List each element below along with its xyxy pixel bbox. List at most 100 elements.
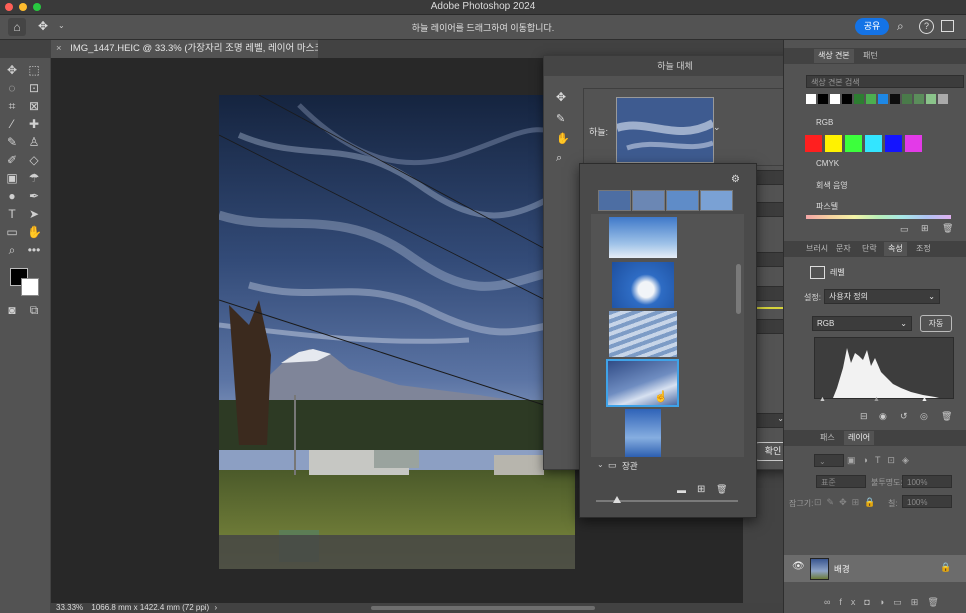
tab-layers[interactable]: 레이어 xyxy=(844,431,875,445)
swatch-group-pastel[interactable]: 파스텔 xyxy=(816,201,838,212)
new-swatch-icon[interactable]: ⊞ xyxy=(921,223,929,234)
type-tool-icon[interactable]: T xyxy=(5,207,19,221)
swatch-green[interactable] xyxy=(845,135,862,152)
smudge-tool-icon[interactable]: ☂ xyxy=(27,171,41,185)
tab-paths[interactable]: 패스 xyxy=(816,431,839,445)
black-point-handle[interactable]: ▲ xyxy=(819,396,826,403)
layer-filter-select[interactable]: ⌄ xyxy=(814,454,844,467)
eraser-tool-icon[interactable]: ◇ xyxy=(27,153,41,167)
view-previous-icon[interactable]: ◉ xyxy=(879,411,887,422)
eye-icon[interactable]: 👁 xyxy=(792,561,805,572)
sky-recent-thumb[interactable] xyxy=(598,190,631,211)
tab-swatches[interactable]: 색상 견본 xyxy=(814,49,854,63)
hand-tool-icon[interactable]: ✋ xyxy=(556,132,570,145)
trash-icon[interactable]: 🗑 xyxy=(942,223,953,234)
zoom-level[interactable]: 33.33% xyxy=(56,603,83,612)
sky-preset-thumb-selected[interactable] xyxy=(606,359,679,407)
fill-input[interactable]: 100% xyxy=(902,495,952,508)
status-chevron-icon[interactable]: › xyxy=(214,603,217,612)
gamma-handle[interactable]: ▲ xyxy=(873,396,880,403)
channel-select[interactable]: RGB ⌄ xyxy=(812,316,912,331)
swatch-magenta[interactable] xyxy=(905,135,922,152)
zoom-tool-icon[interactable]: ⌕ xyxy=(5,243,19,257)
background-color-swatch[interactable] xyxy=(21,278,39,296)
swatch[interactable] xyxy=(938,94,948,104)
reset-icon[interactable]: ↺ xyxy=(900,411,908,422)
clip-to-layer-icon[interactable]: ⊟ xyxy=(860,411,868,422)
sky-brush-tool-icon[interactable]: ✎ xyxy=(556,112,565,125)
document-image[interactable] xyxy=(219,95,575,569)
pastel-swatch-strip[interactable] xyxy=(806,215,951,219)
folder-chevron-icon[interactable]: ⌄ xyxy=(597,460,604,469)
lasso-tool-icon[interactable]: ◌ xyxy=(5,81,19,95)
blend-mode-select[interactable]: 표준 xyxy=(816,475,866,488)
eye-icon[interactable]: ◎ xyxy=(920,411,928,422)
zoom-tool-icon[interactable]: ⌕ xyxy=(556,152,562,165)
layer-footer-icons[interactable]: ∞fx◘◑▭⊞🗑 xyxy=(824,597,948,608)
eyedropper-tool-icon[interactable]: ⁄ xyxy=(5,117,19,131)
brush-tool-icon[interactable]: ✎ xyxy=(5,135,19,149)
swatch-group-cmyk[interactable]: CMYK xyxy=(816,159,839,168)
dodge-tool-icon[interactable]: ● xyxy=(5,189,19,203)
sky-preset-thumb[interactable] xyxy=(612,262,674,308)
history-brush-tool-icon[interactable]: ✐ xyxy=(5,153,19,167)
sky-recent-thumb[interactable] xyxy=(666,190,699,211)
swatch[interactable] xyxy=(890,94,900,104)
lock-options[interactable]: ⊡✎✥⊞🔒 xyxy=(814,497,880,508)
thumbnail-size-handle[interactable] xyxy=(613,496,621,503)
swatch[interactable] xyxy=(926,94,936,104)
sky-dropdown-chevron-icon[interactable]: ⌄ xyxy=(713,122,721,133)
opacity-input[interactable]: 100% xyxy=(902,475,952,488)
sky-recent-thumb[interactable] xyxy=(632,190,665,211)
swatch[interactable] xyxy=(854,94,864,104)
new-group-icon[interactable]: ▭ xyxy=(900,224,909,235)
workspace-icon[interactable] xyxy=(941,20,954,32)
new-folder-icon[interactable]: ▬ xyxy=(677,485,686,495)
swatch-yellow[interactable] xyxy=(825,135,842,152)
swatch-red[interactable] xyxy=(805,135,822,152)
healing-brush-tool-icon[interactable]: ✚ xyxy=(27,117,41,131)
sky-recent-thumb[interactable] xyxy=(700,190,733,211)
sky-preset-thumb[interactable] xyxy=(625,409,661,457)
close-tab-icon[interactable]: × xyxy=(56,43,62,54)
stamp-tool-icon[interactable]: ♙ xyxy=(27,135,41,149)
swatch-cyan[interactable] xyxy=(865,135,882,152)
sky-preset-selector[interactable] xyxy=(616,97,714,163)
gear-icon[interactable]: ⚙ xyxy=(731,174,740,185)
swatch[interactable] xyxy=(878,94,888,104)
tab-paragraph[interactable]: 단락 xyxy=(858,242,881,256)
preset-list-scrollbar[interactable] xyxy=(736,264,741,314)
tab-adjustments[interactable]: 조정 xyxy=(912,242,935,256)
hand-tool-icon[interactable]: ✋ xyxy=(27,225,42,239)
swatch[interactable] xyxy=(914,94,924,104)
tab-properties[interactable]: 속성 xyxy=(884,242,907,256)
screen-mode-icon[interactable]: ⧉ xyxy=(27,303,41,317)
folder-row[interactable]: ⌄ ▭ 장관 xyxy=(591,457,744,475)
trash-icon[interactable]: 🗑 xyxy=(716,484,727,495)
tab-brush[interactable]: 브러시 xyxy=(802,242,832,256)
object-select-tool-icon[interactable]: ⊡ xyxy=(27,81,41,95)
swatch[interactable] xyxy=(902,94,912,104)
sky-preset-thumb[interactable] xyxy=(609,311,677,357)
frame-tool-icon[interactable]: ⊠ xyxy=(27,99,41,113)
more-tools-icon[interactable]: ••• xyxy=(27,243,41,257)
marquee-tool-icon[interactable]: ⬚ xyxy=(27,63,41,77)
auto-button[interactable]: 자동 xyxy=(920,315,952,332)
quick-mask-icon[interactable]: ◙ xyxy=(5,303,19,317)
tab-patterns[interactable]: 패턴 xyxy=(859,49,882,63)
gradient-tool-icon[interactable]: ▣ xyxy=(5,171,19,185)
pen-tool-icon[interactable]: ✒ xyxy=(27,189,41,203)
swatch-group-rgb[interactable]: RGB xyxy=(816,118,833,127)
swatch[interactable] xyxy=(842,94,852,104)
help-icon[interactable]: ? xyxy=(919,19,934,34)
swatch[interactable] xyxy=(866,94,876,104)
swatch[interactable] xyxy=(830,94,840,104)
swatch[interactable] xyxy=(818,94,828,104)
horizontal-scrollbar[interactable] xyxy=(371,606,595,610)
shape-tool-icon[interactable]: ▭ xyxy=(5,225,19,239)
swatch[interactable] xyxy=(806,94,816,104)
swatch-search-input[interactable]: 색상 견본 검색 xyxy=(806,75,964,88)
temperature-slider[interactable] xyxy=(757,307,783,309)
preset-select[interactable]: 사용자 정의 ⌄ xyxy=(824,289,940,304)
share-button[interactable]: 공유 xyxy=(855,18,889,35)
